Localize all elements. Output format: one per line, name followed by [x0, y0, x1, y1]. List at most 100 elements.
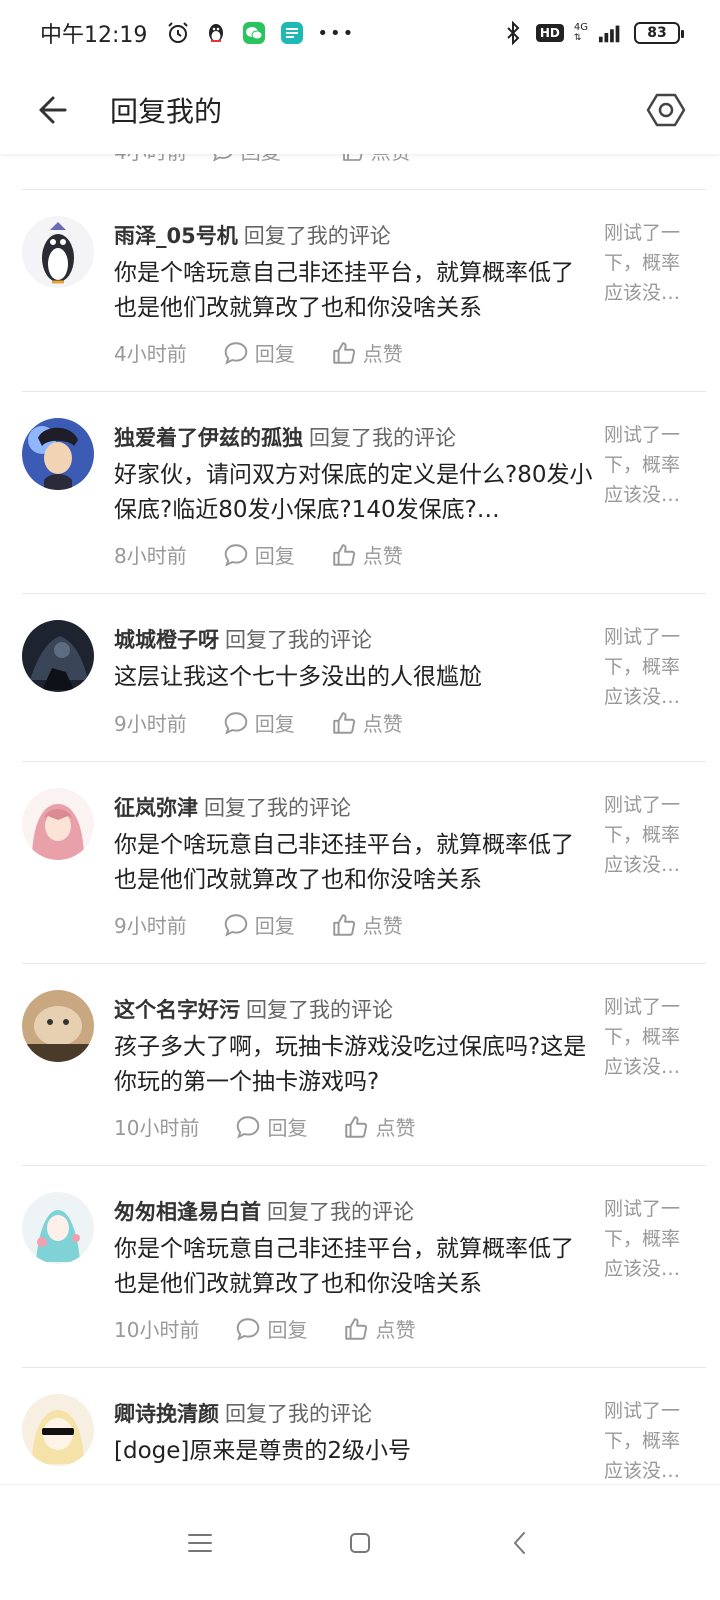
original-comment-preview[interactable]: 刚试了一下，概率应该没问题 — [604, 420, 696, 510]
reply-author[interactable]: 独爱着了伊兹的孤独 — [114, 426, 303, 450]
speech-bubble-icon — [237, 1317, 260, 1341]
reply-text[interactable]: 好家伙，请问双方对保底的定义是什么?80发小保底?临近80发小保底?140发保底… — [114, 458, 594, 528]
reply-button[interactable]: 回复 — [223, 338, 295, 367]
speech-bubble-icon — [237, 1115, 260, 1139]
reply-action: 回复了我的评论 — [204, 796, 351, 820]
like-button[interactable]: 点赞 — [331, 910, 403, 939]
reply-button[interactable]: 回复 — [223, 540, 295, 569]
list-item[interactable]: 匆匆相逢易白首 回复了我的评论 你是个啥玩意自己非还挂平台，就算概率低了也是他们改… — [22, 1166, 706, 1368]
reply-action: 回复了我的评论 — [246, 998, 393, 1022]
original-comment-preview[interactable]: 刚试了一下，概率应该没问题 — [604, 218, 696, 308]
reply-text[interactable]: 孩子多大了啊，玩抽卡游戏没吃过保底吗?这是你玩的第一个抽卡游戏吗? — [114, 1030, 594, 1100]
hd-voice-badge: HD — [535, 24, 564, 42]
speech-bubble-icon — [224, 913, 248, 937]
list-item[interactable]: 这个名字好污 回复了我的评论 孩子多大了啊，玩抽卡游戏没吃过保底吗?这是你玩的第一… — [22, 964, 706, 1166]
thumb-up-icon — [333, 711, 355, 734]
avatar[interactable] — [22, 990, 94, 1062]
thumb-up-icon — [333, 543, 355, 566]
reply-author[interactable]: 征岚弥津 — [114, 796, 198, 820]
reply-time: 9小时前 — [114, 712, 187, 736]
reply-time: 9小时前 — [114, 914, 187, 938]
thumb-up-icon — [342, 154, 363, 161]
reply-feed[interactable]: 4小时前 回复 点赞 雨泽_05号机回复了我的评论 你是个啥玩意自己非还挂平台，… — [0, 154, 720, 1484]
status-time: 中午12:19 — [40, 23, 148, 48]
reply-text[interactable]: 这层让我这个七十多没出的人很尴尬 — [114, 660, 594, 695]
original-comment-preview[interactable]: 刚试了一下，概率应该没问题 — [604, 1194, 696, 1284]
list-item-partial: 4小时前 回复 点赞 — [22, 154, 706, 190]
bluetooth-icon — [500, 20, 526, 46]
avatar[interactable] — [22, 418, 94, 490]
reply-author[interactable]: 卿诗挽清颜 — [114, 1402, 219, 1426]
speech-bubble-icon — [224, 543, 248, 567]
like-button[interactable]: 点赞 — [331, 708, 403, 737]
like-button[interactable]: 点赞 — [341, 154, 411, 165]
speech-bubble-icon — [224, 711, 248, 735]
back-button[interactable] — [20, 80, 80, 140]
reply-text[interactable]: 你是个啥玩意自己非还挂平台，就算概率低了也是他们改就算改了也和你没啥关系 — [114, 256, 594, 326]
reply-author[interactable]: 城城橙子呀 — [114, 628, 219, 652]
avatar[interactable] — [22, 620, 94, 692]
square-home-icon — [350, 1532, 370, 1553]
reply-button[interactable]: 回复 — [223, 708, 295, 737]
reply-author[interactable]: 雨泽_05号机 — [114, 224, 238, 248]
hexagon-gear-icon — [646, 93, 686, 127]
list-item[interactable]: 征岚弥津 回复了我的评论 你是个啥玩意自己非还挂平台，就算概率低了也是他们改就算改… — [22, 762, 706, 964]
notes-app-icon — [279, 20, 305, 46]
thumb-up-icon — [333, 341, 355, 364]
list-item[interactable]: 卿诗挽清颜 回复了我的评论 [doge]原来是尊贵的2级小号 刚试了一下，概率应该… — [22, 1368, 706, 1484]
avatar[interactable] — [22, 1192, 94, 1264]
menu-icon — [188, 1533, 212, 1552]
status-bar: 中午12:19 ••• HD 4G ⇅ 83 — [0, 0, 720, 66]
reply-time: 4小时前 — [114, 154, 187, 165]
like-button[interactable]: 点赞 — [343, 1314, 415, 1343]
signal-strength-icon — [598, 20, 624, 46]
thumb-up-icon — [333, 913, 355, 936]
reply-time: 10小时前 — [114, 1116, 200, 1140]
qq-penguin-icon — [203, 20, 229, 46]
network-type: 4G ⇅ — [573, 22, 588, 44]
like-button[interactable]: 点赞 — [343, 1112, 415, 1141]
list-item[interactable]: 雨泽_05号机 回复了我的评论 你是个啥玩意自己非还挂平台，就算概率低了也是他们改… — [22, 190, 706, 392]
original-comment-preview[interactable]: 刚试了一下，概率应该没问题 — [604, 790, 696, 880]
reply-action: 回复了我的评论 — [225, 1402, 372, 1426]
original-comment-preview[interactable]: 刚试了一下，概率应该没问题 — [604, 992, 696, 1082]
avatar[interactable] — [22, 216, 94, 288]
reply-text[interactable]: 你是个啥玩意自己非还挂平台，就算概率低了也是他们改就算改了也和你没啥关系 — [114, 1232, 594, 1302]
thumb-up-icon — [345, 1115, 368, 1138]
reply-author[interactable]: 这个名字好污 — [114, 998, 240, 1022]
reply-button[interactable]: 回复 — [211, 154, 281, 165]
more-notifications-indicator: ••• — [317, 22, 356, 44]
like-button[interactable]: 点赞 — [331, 338, 403, 367]
list-item[interactable]: 城城橙子呀 回复了我的评论 这层让我这个七十多没出的人很尴尬 9小时前 回复 点赞… — [22, 594, 706, 762]
reply-action: 回复了我的评论 — [309, 426, 456, 450]
reply-action: 回复了我的评论 — [225, 628, 372, 652]
system-back-button[interactable] — [500, 1523, 540, 1563]
reply-text[interactable]: 你是个啥玩意自己非还挂平台，就算概率低了也是他们改就算改了也和你没啥关系 — [114, 828, 594, 898]
wechat-icon — [241, 20, 267, 46]
speech-bubble-icon — [224, 341, 248, 365]
reply-action: 回复了我的评论 — [243, 224, 391, 248]
reply-button[interactable]: 回复 — [235, 1112, 307, 1141]
original-comment-preview[interactable]: 刚试了一下，概率应该没问题 — [604, 1396, 696, 1484]
recent-apps-button[interactable] — [180, 1523, 220, 1563]
reply-button[interactable]: 回复 — [223, 910, 295, 939]
chevron-left-icon — [514, 1531, 525, 1554]
reply-author[interactable]: 匆匆相逢易白首 — [114, 1200, 261, 1224]
reply-time: 8小时前 — [114, 544, 187, 568]
reply-time: 4小时前 — [114, 342, 187, 366]
like-button[interactable]: 点赞 — [331, 540, 403, 569]
page-title: 回复我的 — [110, 95, 223, 128]
home-button[interactable] — [340, 1523, 380, 1563]
battery-indicator: 83 — [634, 22, 684, 44]
app-header: 回复我的 — [0, 66, 720, 154]
speech-bubble-icon — [212, 154, 232, 162]
original-comment-preview[interactable]: 刚试了一下，概率应该没问题 — [604, 622, 696, 712]
arrow-left-icon — [39, 96, 67, 124]
avatar[interactable] — [22, 788, 94, 860]
reply-button[interactable]: 回复 — [235, 1314, 307, 1343]
system-nav-bar — [0, 1484, 720, 1600]
reply-text[interactable]: [doge]原来是尊贵的2级小号 — [114, 1434, 594, 1469]
avatar[interactable] — [22, 1394, 94, 1466]
list-item[interactable]: 独爱着了伊兹的孤独 回复了我的评论 好家伙，请问双方对保底的定义是什么?80发小保… — [22, 392, 706, 594]
settings-button[interactable] — [642, 86, 690, 134]
